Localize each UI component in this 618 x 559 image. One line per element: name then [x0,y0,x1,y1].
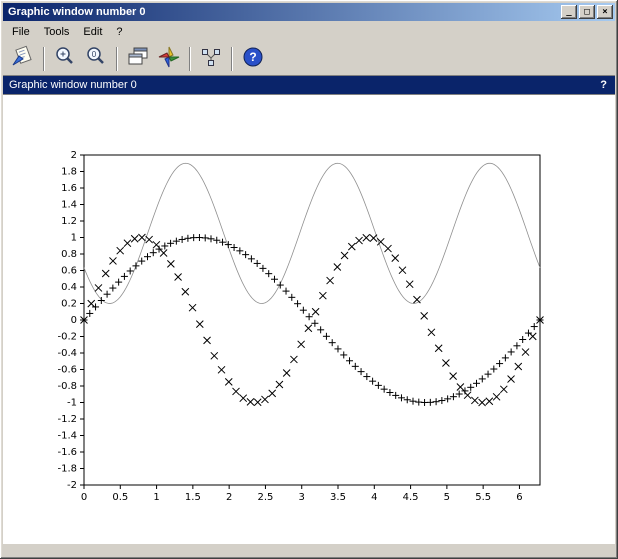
svg-text:1: 1 [153,492,159,503]
menu-edit[interactable]: Edit [76,23,109,41]
svg-text:5: 5 [444,492,450,503]
close-button[interactable]: × [597,5,613,19]
svg-text:1.8: 1.8 [61,167,77,178]
svg-text:?: ? [249,50,256,64]
maximize-button[interactable]: □ [579,5,595,19]
svg-text:1.6: 1.6 [61,183,77,194]
svg-text:1.4: 1.4 [61,200,77,211]
svg-text:-2: -2 [67,480,77,491]
svg-text:0: 0 [81,492,87,503]
svg-text:-1.6: -1.6 [57,447,77,458]
svg-text:0: 0 [71,315,77,326]
svg-text:4: 4 [371,492,377,503]
unzoom-icon: 0 [84,45,108,72]
window-title: Graphic window number 0 [8,6,559,18]
svg-text:-0.6: -0.6 [57,365,77,376]
graphic-window: Graphic window number 0 _ □ × File Tools… [0,0,618,559]
svg-text:0: 0 [92,50,97,59]
ged-nodes-icon [199,45,223,72]
svg-text:6: 6 [516,492,522,503]
svg-text:2.5: 2.5 [257,492,273,503]
menu-tools[interactable]: Tools [37,23,77,41]
cascade-windows-icon [126,45,150,72]
figure-info-bar: Graphic window number 0 ? [3,76,615,94]
plot-canvas[interactable]: 2 1.8 1.6 1.4 1.2 1 0.8 0.6 0.4 0.2 0 -0.2 -0.4 -0.6 -… [3,94,615,543]
figure-info-title: Graphic window number 0 [9,79,137,91]
svg-text:1.5: 1.5 [185,492,201,503]
toolbar-separator [116,47,118,71]
rotate-3d-button[interactable] [155,45,183,73]
rotate-3d-icon [157,45,181,72]
figure-windows-button[interactable] [124,45,152,73]
toolbar-separator [189,47,191,71]
minimize-button[interactable]: _ [561,5,577,19]
plot-svg: 2 1.8 1.6 1.4 1.2 1 0.8 0.6 0.4 0.2 0 -0.2 -0.4 -0.6 -… [3,95,615,543]
svg-text:0.4: 0.4 [61,282,77,293]
export-figure-button[interactable] [9,45,37,73]
menu-file[interactable]: File [5,23,37,41]
menu-help[interactable]: ? [109,23,129,41]
svg-text:2: 2 [71,150,77,161]
svg-text:2: 2 [226,492,232,503]
help-button[interactable]: ? [239,45,267,73]
svg-text:-0.8: -0.8 [57,381,77,392]
export-icon [11,45,35,72]
help-icon: ? [241,45,265,72]
titlebar: Graphic window number 0 _ □ × [3,3,615,21]
menu-bar: File Tools Edit ? [3,21,615,42]
info-help-icon[interactable]: ? [600,79,607,91]
svg-text:1: 1 [71,233,77,244]
svg-text:-1.2: -1.2 [57,414,77,425]
svg-text:1.2: 1.2 [61,216,77,227]
graphics-editor-button[interactable] [197,45,225,73]
svg-text:0.2: 0.2 [61,299,77,310]
zoom-in-icon [53,45,77,72]
svg-text:5.5: 5.5 [475,492,491,503]
svg-text:-1: -1 [67,398,77,409]
svg-text:-0.2: -0.2 [57,332,77,343]
svg-text:0.6: 0.6 [61,266,77,277]
svg-text:0.8: 0.8 [61,249,77,260]
zoom-area-button[interactable] [51,45,79,73]
toolbar-separator [231,47,233,71]
svg-text:0.5: 0.5 [112,492,128,503]
unzoom-button[interactable]: 0 [82,45,110,73]
toolbar: 0 [3,42,615,76]
svg-text:3: 3 [299,492,305,503]
svg-text:-1.4: -1.4 [57,431,77,442]
status-bar [3,543,615,556]
svg-text:-1.8: -1.8 [57,464,77,475]
svg-text:3.5: 3.5 [330,492,346,503]
toolbar-separator [43,47,45,71]
svg-text:-0.4: -0.4 [57,348,77,359]
svg-text:4.5: 4.5 [403,492,419,503]
